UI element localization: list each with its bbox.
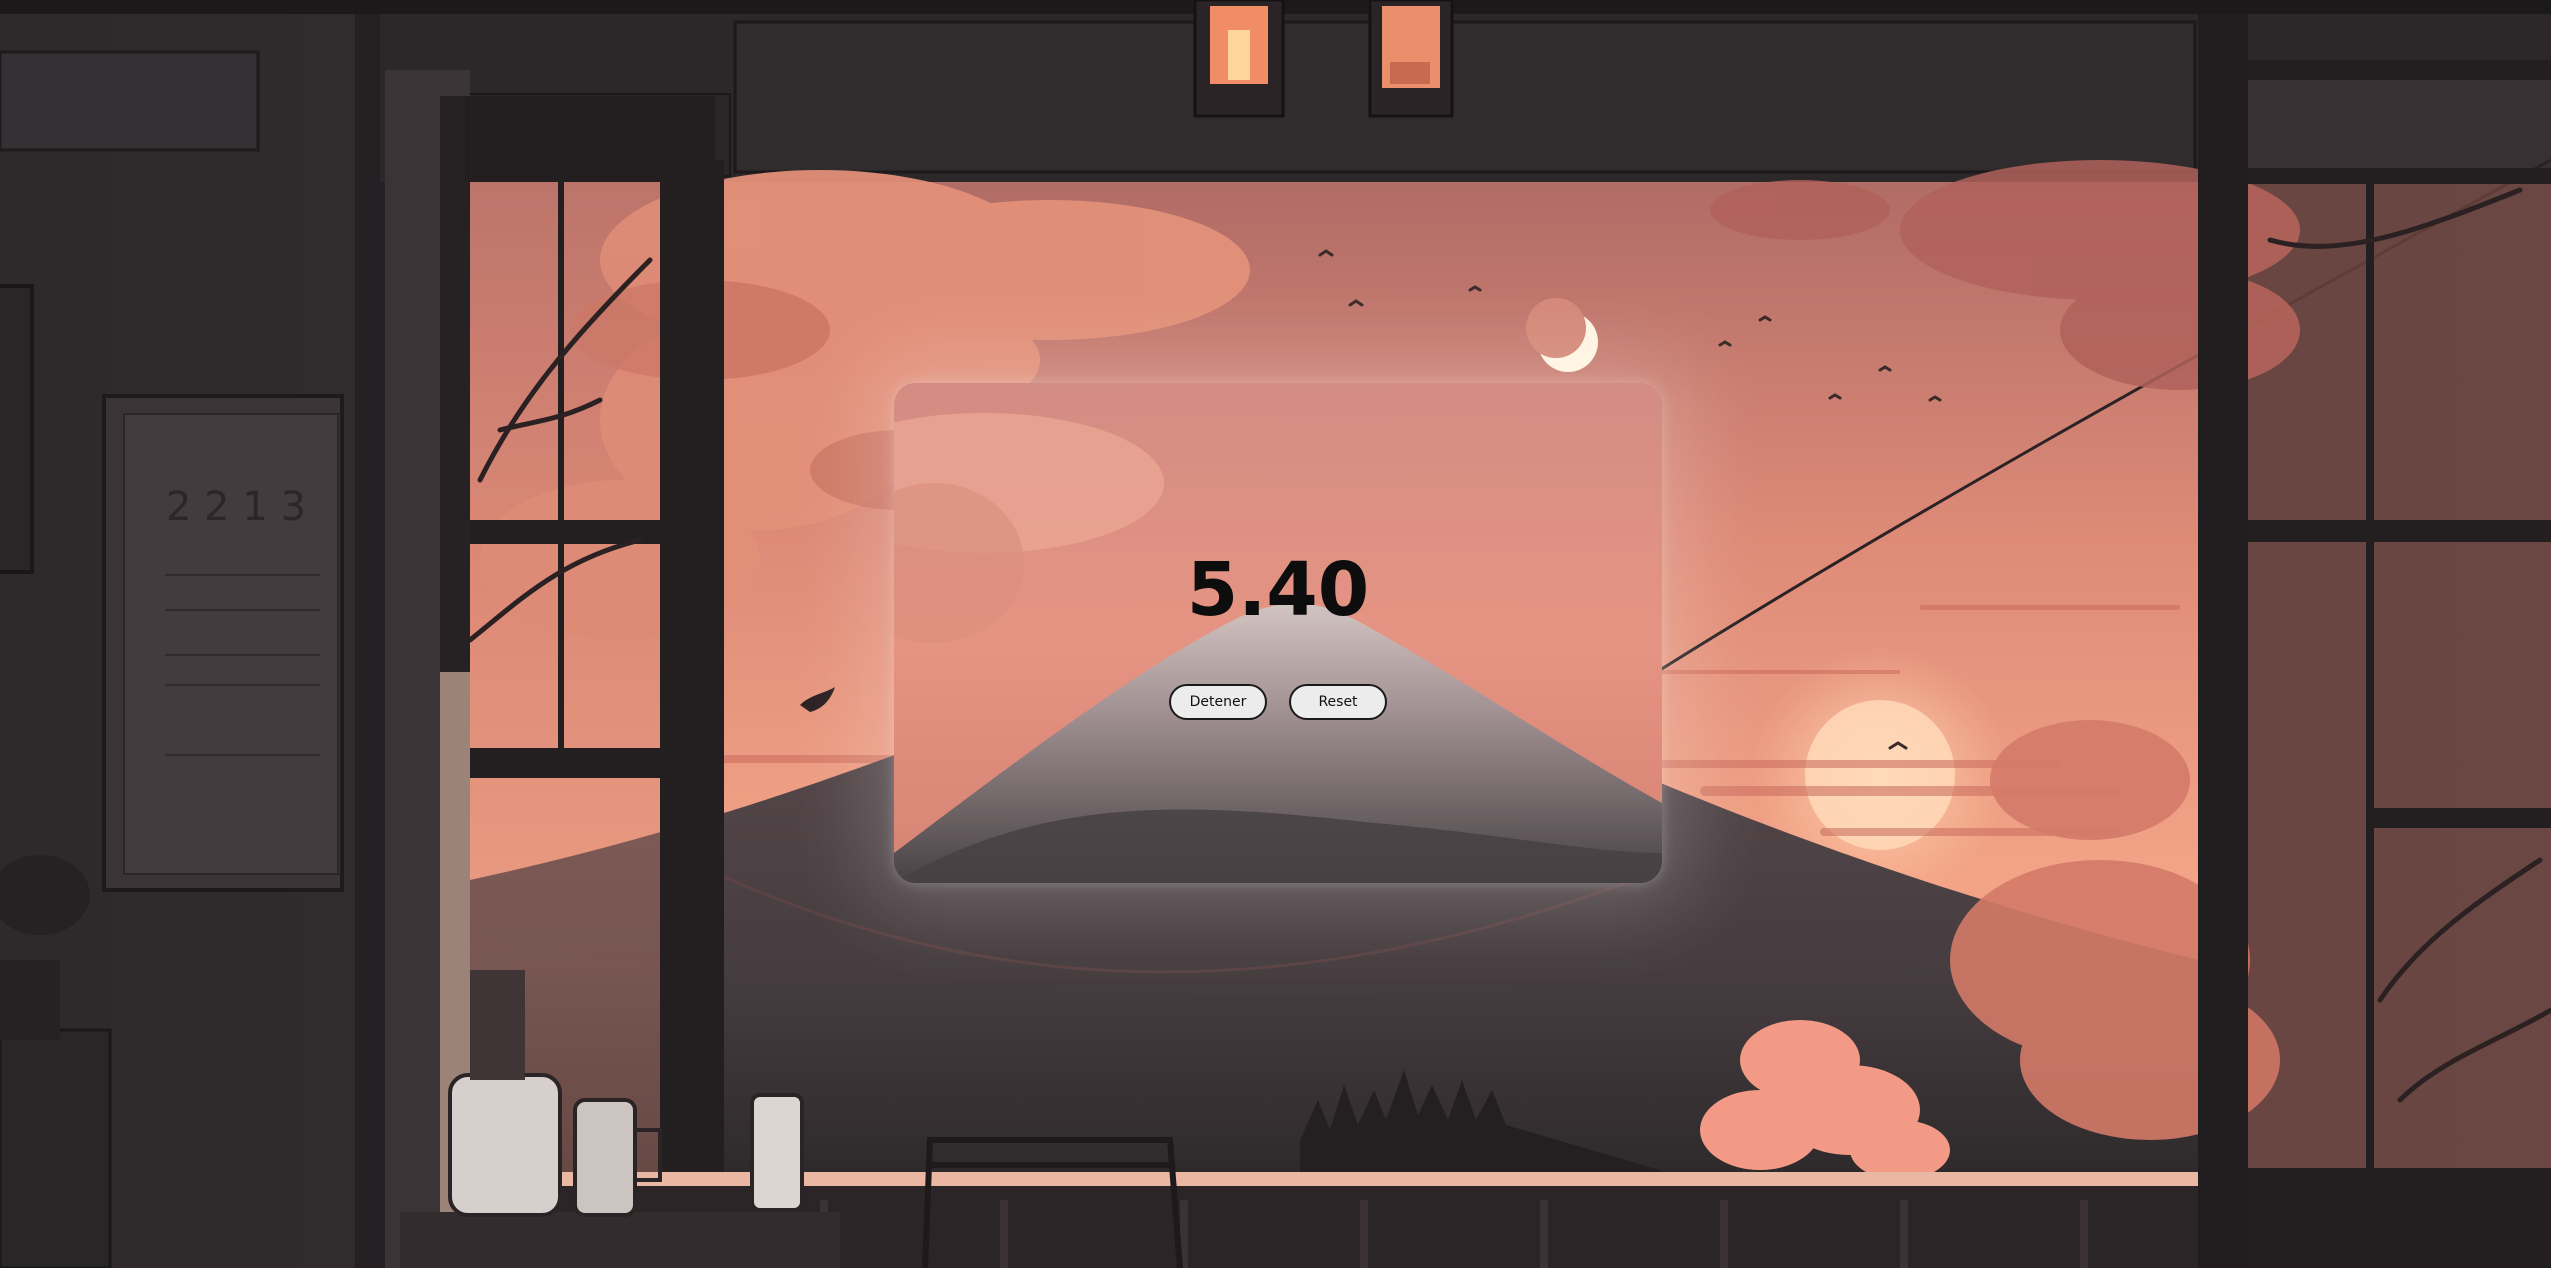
timer-display: 5.40 bbox=[1186, 547, 1370, 633]
reset-button[interactable]: Reset bbox=[1289, 684, 1387, 720]
stop-button[interactable]: Detener bbox=[1169, 684, 1267, 720]
svg-text:2 2 1 3: 2 2 1 3 bbox=[166, 484, 306, 530]
wall-calendar: 2 2 1 3 bbox=[102, 394, 344, 892]
timer-card: 5.40 Detener Reset bbox=[894, 383, 1662, 883]
timer-controls: Detener Reset bbox=[894, 684, 1662, 720]
